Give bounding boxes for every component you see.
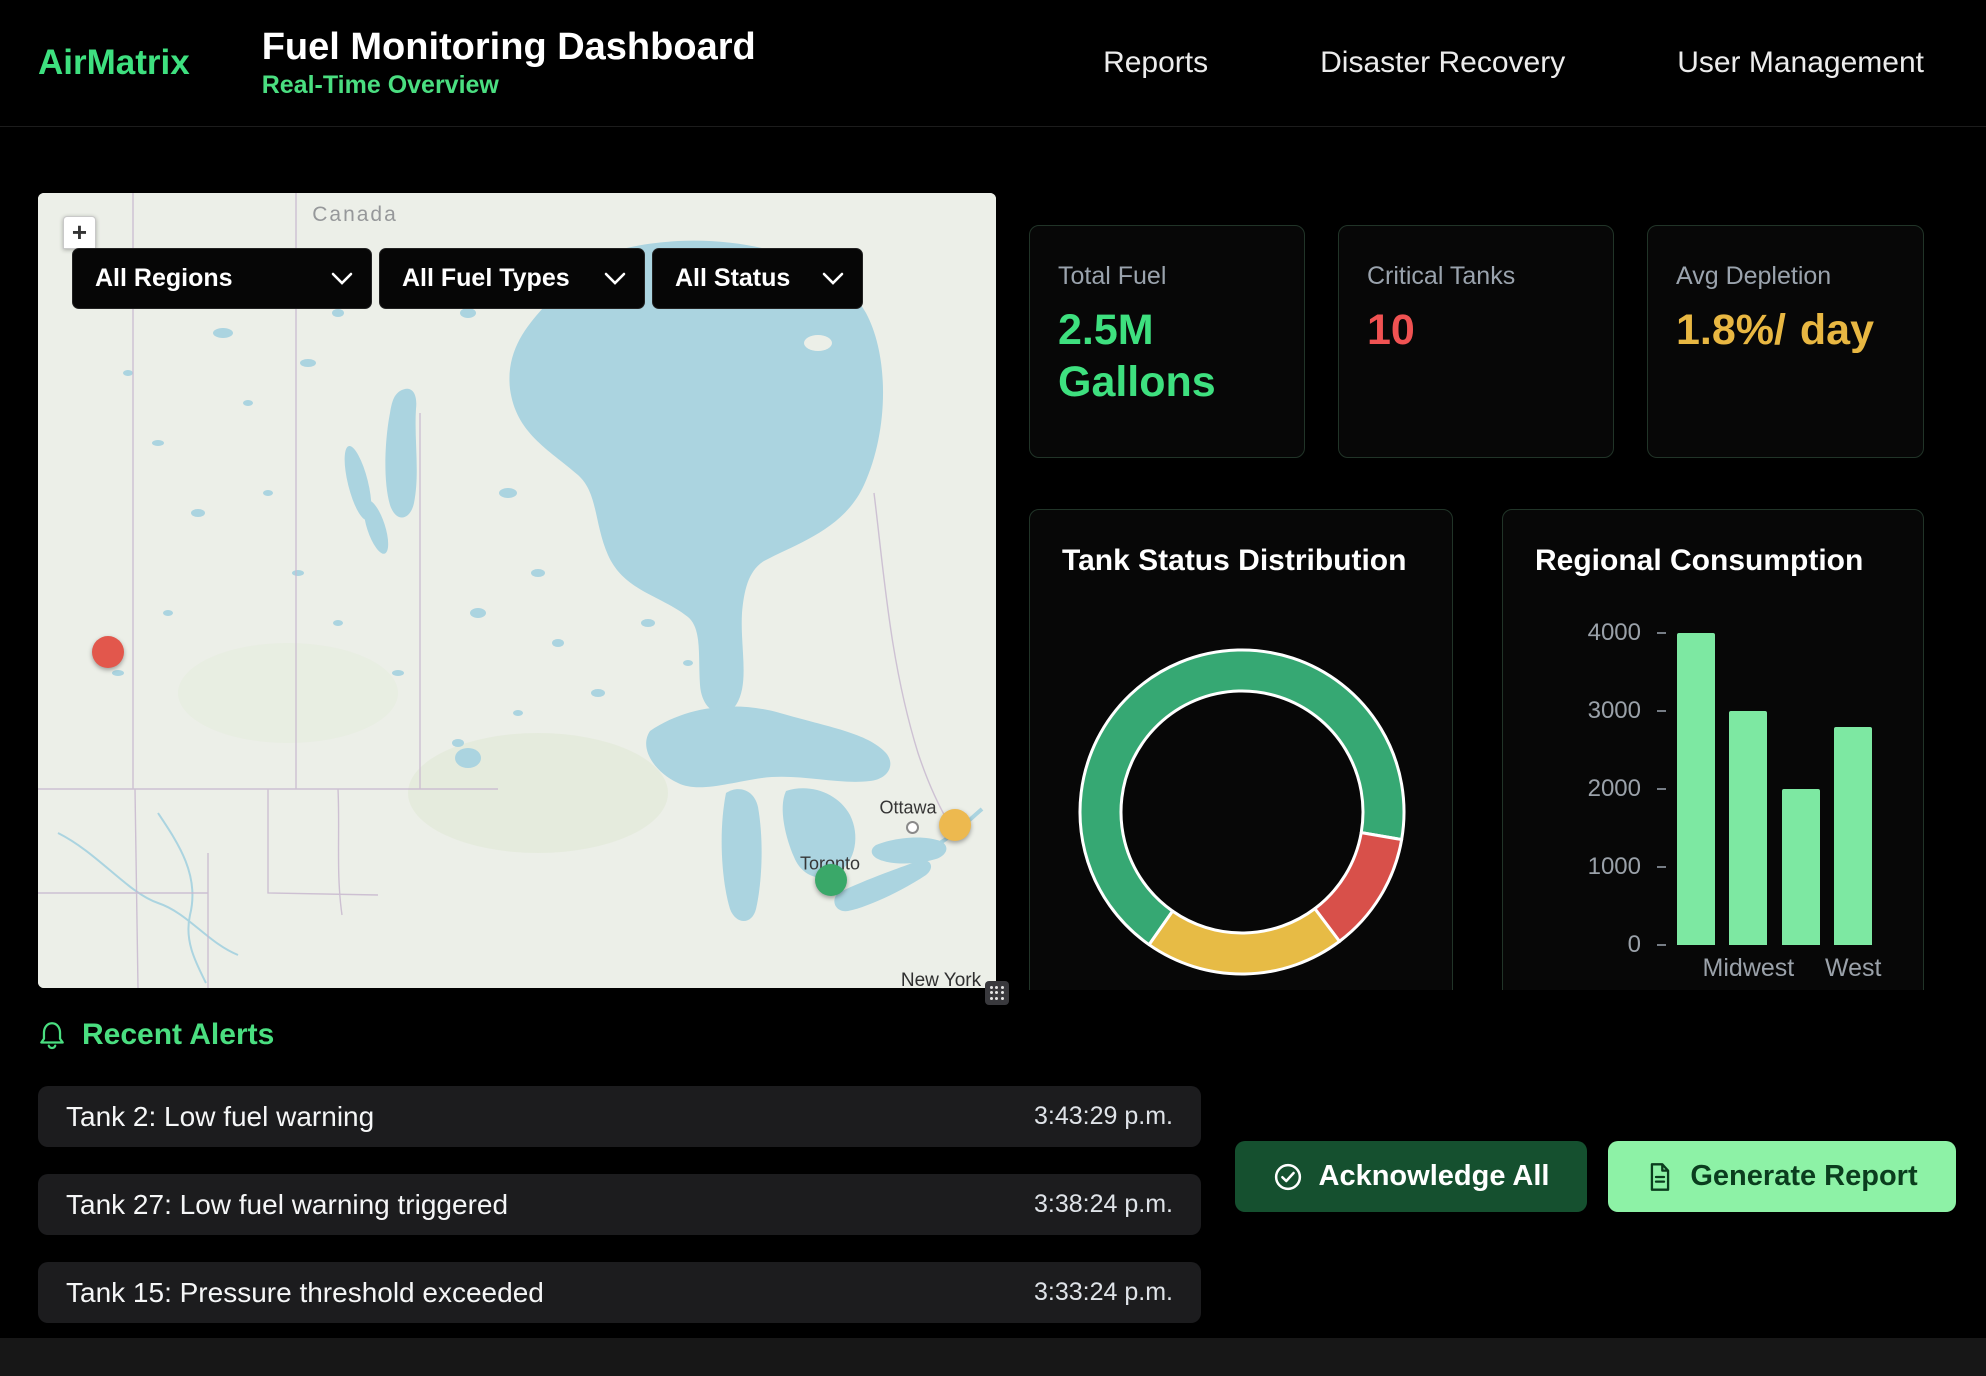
y-tick-mark (1657, 632, 1666, 634)
alert-message: Tank 27: Low fuel warning triggered (66, 1189, 508, 1221)
alert-message: Tank 15: Pressure threshold exceeded (66, 1277, 544, 1309)
normal-tank-marker[interactable] (815, 864, 847, 896)
region-filter-value: All Regions (95, 264, 233, 293)
page-title: Fuel Monitoring Dashboard (262, 28, 756, 66)
bar-south (1782, 789, 1820, 945)
fuel-type-filter-value: All Fuel Types (402, 264, 570, 293)
chevron-down-icon (604, 272, 626, 285)
y-tick-mark (1657, 788, 1666, 790)
y-tick-label: 0 (1531, 931, 1641, 959)
stat-value: 1.8%/ day (1676, 305, 1895, 357)
regional-consumption-card: Regional Consumption 01000200030004000Mi… (1502, 509, 1924, 1069)
alerts-title: Recent Alerts (82, 1018, 274, 1052)
fuel-tank-map[interactable]: Canada Ottawa Toronto New York + All Reg… (38, 193, 996, 988)
brand-logo[interactable]: AirMatrix (38, 43, 190, 83)
nav-disaster-recovery[interactable]: Disaster Recovery (1320, 46, 1565, 80)
document-icon (1646, 1162, 1674, 1192)
map-zoom-in-button[interactable]: + (63, 216, 96, 249)
stat-card-total-fuel: Total Fuel 2.5M Gallons (1029, 225, 1305, 458)
alert-time: 3:33:24 p.m. (1034, 1278, 1173, 1307)
check-circle-icon (1273, 1162, 1303, 1192)
title-block: Fuel Monitoring Dashboard Real-Time Over… (262, 28, 756, 98)
chevron-down-icon (331, 272, 353, 285)
stat-card-avg-depletion: Avg Depletion 1.8%/ day (1647, 225, 1924, 458)
y-tick-mark (1657, 710, 1666, 712)
nav-user-management[interactable]: User Management (1677, 46, 1924, 80)
alert-message: Tank 2: Low fuel warning (66, 1101, 374, 1133)
stat-value: 2.5M Gallons (1058, 305, 1276, 408)
status-filter-value: All Status (675, 264, 790, 293)
alert-row[interactable]: Tank 15: Pressure threshold exceeded 3:3… (38, 1262, 1201, 1323)
alert-time: 3:38:24 p.m. (1034, 1190, 1173, 1219)
bar-northeast (1677, 633, 1715, 945)
y-tick-label: 1000 (1531, 853, 1641, 881)
main-nav: Reports Disaster Recovery User Managemen… (1103, 46, 1986, 80)
footer-bar (0, 1338, 1986, 1376)
region-filter-dropdown[interactable]: All Regions (72, 248, 372, 309)
generate-report-label: Generate Report (1690, 1160, 1917, 1193)
bell-icon (38, 1020, 66, 1050)
header: AirMatrix Fuel Monitoring Dashboard Real… (0, 0, 1986, 127)
y-tick-mark (1657, 944, 1666, 946)
stat-label: Avg Depletion (1676, 262, 1895, 291)
page-subtitle: Real-Time Overview (262, 73, 756, 98)
status-filter-dropdown[interactable]: All Status (652, 248, 863, 309)
map-resize-handle[interactable] (985, 981, 1009, 1005)
y-tick-mark (1657, 866, 1666, 868)
stat-label: Critical Tanks (1367, 262, 1585, 291)
nav-reports[interactable]: Reports (1103, 46, 1208, 80)
alert-row[interactable]: Tank 27: Low fuel warning triggered 3:38… (38, 1174, 1201, 1235)
y-tick-label: 4000 (1531, 619, 1641, 647)
acknowledge-all-label: Acknowledge All (1319, 1160, 1550, 1193)
ottawa-city-dot (906, 821, 919, 834)
alerts-heading: Recent Alerts (38, 1018, 274, 1052)
acknowledge-all-button[interactable]: Acknowledge All (1235, 1141, 1587, 1212)
stat-card-critical-tanks: Critical Tanks 10 (1338, 225, 1614, 458)
map-canvas (38, 193, 996, 988)
chevron-down-icon (822, 272, 844, 285)
y-tick-label: 3000 (1531, 697, 1641, 725)
bar-west (1834, 727, 1872, 945)
critical-tank-marker[interactable] (92, 636, 124, 668)
tank-status-distribution-card: Tank Status Distribution (1029, 509, 1453, 1069)
stat-value: 10 (1367, 305, 1585, 357)
alert-row[interactable]: Tank 2: Low fuel warning 3:43:29 p.m. (38, 1086, 1201, 1147)
map-filter-bar: All Regions All Fuel Types All Status (72, 248, 863, 309)
stat-label: Total Fuel (1058, 262, 1276, 291)
bar-midwest (1729, 711, 1767, 945)
alert-time: 3:43:29 p.m. (1034, 1102, 1173, 1131)
fuel-type-filter-dropdown[interactable]: All Fuel Types (379, 248, 645, 309)
tank-status-donut-chart (1030, 510, 1454, 1070)
x-tick-label: West (1783, 954, 1923, 983)
y-tick-label: 2000 (1531, 775, 1641, 803)
donut-segment-warning (1149, 909, 1339, 974)
recent-alerts-section: Recent Alerts Tank 2: Low fuel warning 3… (0, 990, 1986, 1376)
warning-tank-marker[interactable] (939, 809, 971, 841)
regional-consumption-bar-chart: 01000200030004000MidwestWest (1503, 510, 1923, 1068)
app-root: AirMatrix Fuel Monitoring Dashboard Real… (0, 0, 1986, 1376)
generate-report-button[interactable]: Generate Report (1608, 1141, 1956, 1212)
